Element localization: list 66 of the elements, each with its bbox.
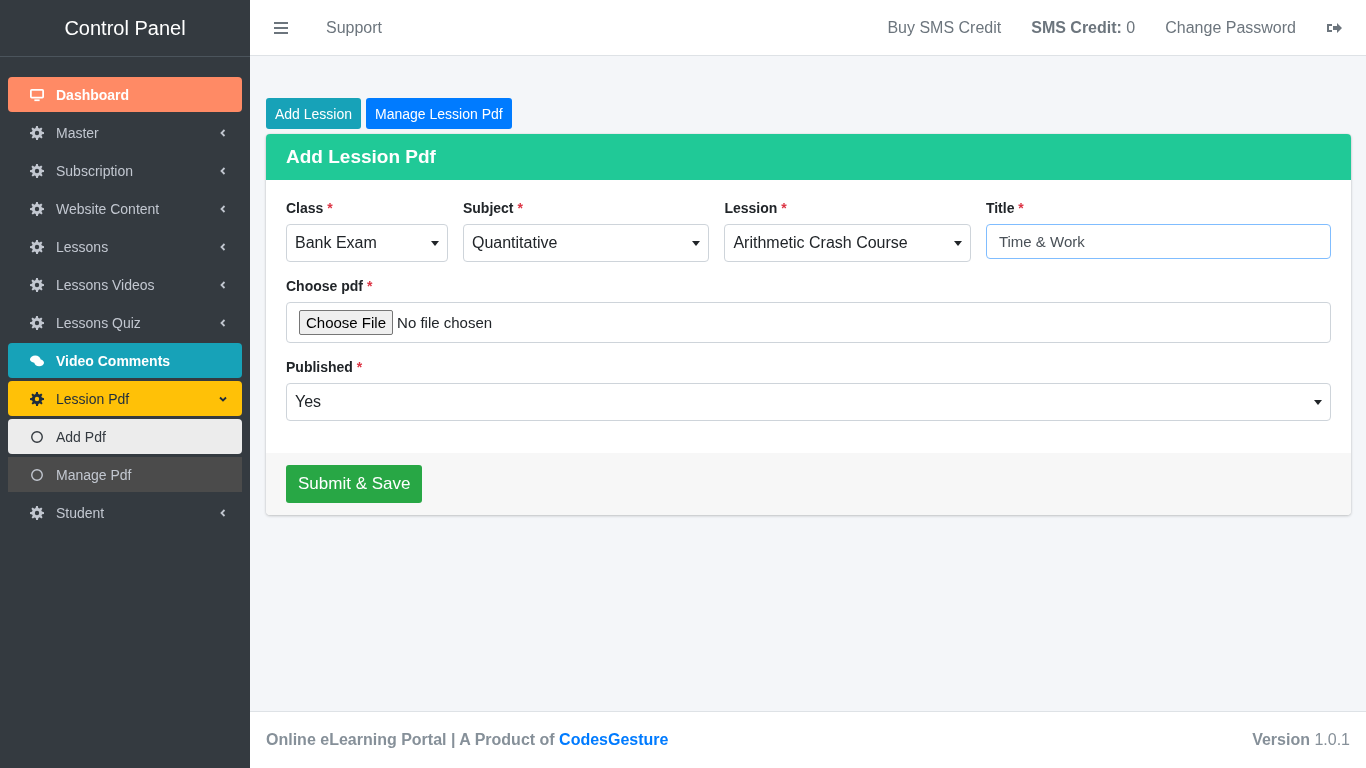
field-label: Class — [286, 200, 324, 216]
chevron-left-icon — [218, 317, 228, 328]
required-mark: * — [366, 278, 373, 294]
sidebar-item[interactable]: Lessons Videos — [8, 267, 242, 302]
logout-icon[interactable] — [1326, 20, 1342, 35]
credit-label: SMS Credit: — [1031, 18, 1122, 36]
caret-icon — [692, 240, 701, 246]
menu-icon[interactable] — [274, 21, 288, 34]
field-label: Title — [985, 200, 1015, 216]
submenu-item[interactable]: Manage Pdf — [8, 457, 242, 492]
chevron-left-icon — [218, 127, 228, 138]
circle-icon — [30, 429, 44, 444]
gear-icon — [30, 391, 44, 406]
chevron-left-icon — [218, 203, 228, 214]
gear-icon — [30, 163, 44, 178]
chevron-left-icon — [218, 165, 228, 176]
sidebar-item[interactable]: Lessons Quiz — [8, 305, 242, 340]
gear-icon — [30, 277, 44, 292]
field-label: Published — [286, 359, 353, 375]
select-field[interactable]: Quantitative — [462, 224, 710, 262]
sidebar-item[interactable]: Website Content — [8, 191, 242, 226]
card-title: Add Lession Pdf — [286, 146, 436, 168]
sidebar-item[interactable]: Lessons — [8, 229, 242, 264]
sidebar-item[interactable]: Master — [8, 115, 242, 150]
required-mark: * — [1018, 200, 1024, 216]
gear-icon — [30, 505, 44, 520]
select-field[interactable]: Yes — [286, 383, 1331, 421]
monitor-icon — [30, 87, 44, 102]
required-mark: * — [517, 200, 523, 216]
chat-icon — [30, 353, 44, 368]
chevron-left-icon — [218, 507, 228, 518]
select-field[interactable]: Bank Exam — [286, 224, 448, 262]
sidebar-item[interactable]: Lession Pdf — [8, 381, 242, 416]
version-number: 1.0.1 — [1314, 731, 1350, 748]
version-label: Version — [1252, 731, 1310, 748]
caret-icon — [430, 240, 439, 246]
title-input[interactable]: Time & Work — [985, 224, 1331, 259]
chevron-left-icon — [218, 241, 228, 252]
caret-icon — [1314, 399, 1322, 405]
gear-icon — [30, 201, 44, 216]
circle-icon — [30, 467, 44, 482]
required-mark: * — [356, 359, 363, 375]
buy-credit-link[interactable]: Buy SMS Credit — [887, 18, 1002, 37]
field-label: Subject — [462, 200, 514, 216]
select-field[interactable]: Arithmetic Crash Course — [724, 224, 971, 262]
gear-icon — [30, 125, 44, 140]
footer-text: Online eLearning Portal | A Product of — [266, 731, 555, 748]
sidebar-item[interactable]: Subscription — [8, 153, 242, 188]
file-status-text: No file chosen — [397, 314, 493, 331]
change-password-link[interactable]: Change Password — [1165, 18, 1296, 37]
chevron-left-icon — [218, 279, 228, 290]
gear-icon — [30, 239, 44, 254]
gear-icon — [30, 315, 44, 330]
file-field[interactable]: Choose File No file chosen — [286, 302, 1331, 343]
caret-icon — [953, 240, 962, 246]
submenu-item[interactable]: Add Pdf — [8, 419, 242, 454]
required-mark: * — [781, 200, 787, 216]
credit-value: 0 — [1126, 18, 1136, 36]
field-label: Choose pdf — [286, 278, 363, 294]
sidebar-item[interactable]: Student — [8, 495, 242, 530]
required-mark: * — [327, 200, 333, 216]
choose-file-button[interactable]: Choose File — [299, 310, 394, 335]
field-label: Lession — [724, 200, 778, 216]
codesgesture-link[interactable]: CodesGesture — [559, 731, 669, 748]
support-link[interactable]: Support — [326, 18, 383, 37]
action-button[interactable]: Manage Lession Pdf — [366, 98, 512, 129]
